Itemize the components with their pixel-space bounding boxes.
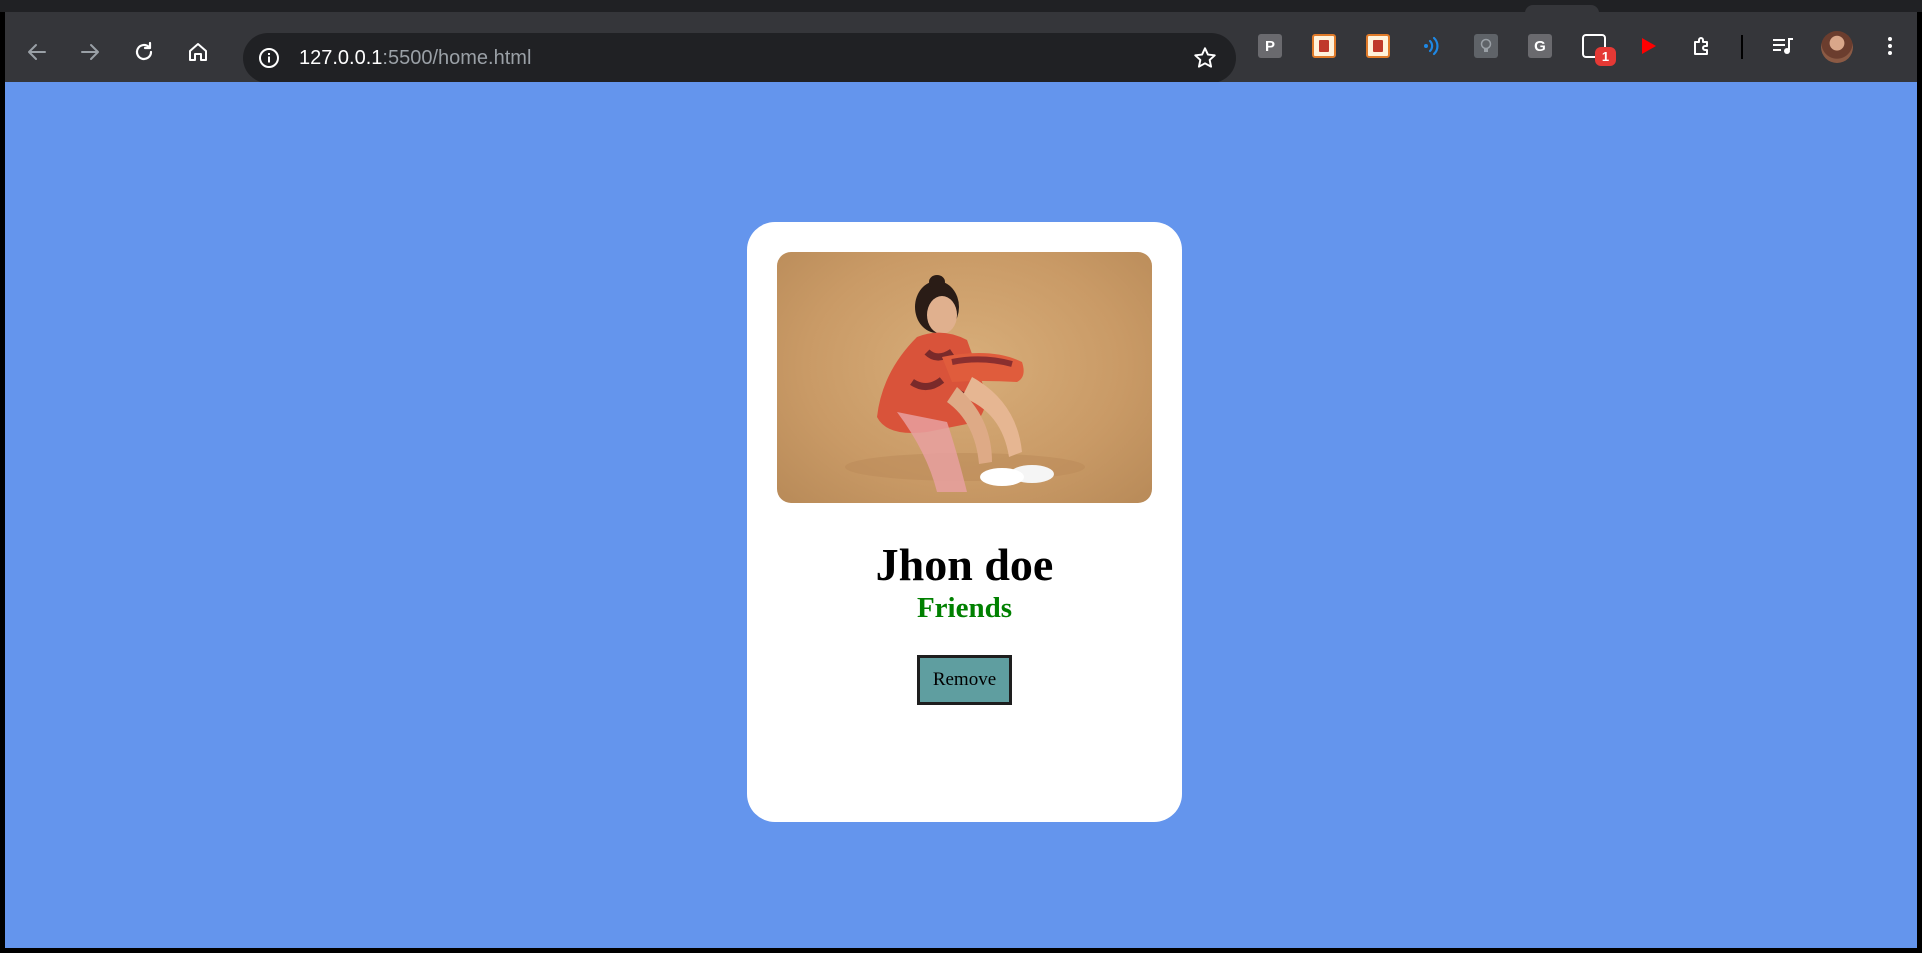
info-icon bbox=[259, 48, 279, 68]
url-path: :5500/home.html bbox=[382, 47, 532, 69]
home-button[interactable] bbox=[180, 34, 216, 70]
reload-icon bbox=[135, 41, 153, 61]
back-arrow-icon bbox=[28, 44, 46, 60]
profile-card: Jhon doe Friends Remove bbox=[747, 222, 1182, 822]
url-host: 127.0.0.1 bbox=[299, 47, 383, 69]
remove-button[interactable]: Remove bbox=[917, 655, 1012, 705]
star-icon bbox=[1194, 47, 1216, 68]
lightbulb-extension-icon[interactable] bbox=[1474, 34, 1498, 58]
profile-avatar[interactable] bbox=[1821, 31, 1853, 63]
forward-arrow-icon bbox=[81, 44, 99, 60]
media-playlist-icon[interactable] bbox=[1771, 34, 1795, 58]
book-extension-icon[interactable] bbox=[1312, 34, 1336, 58]
address-bar[interactable]: 127.0.0.1:5500/home.html bbox=[243, 33, 1236, 83]
url-text: 127.0.0.1:5500/home.html bbox=[299, 45, 531, 71]
browser-toolbar: 127.0.0.1:5500/home.html bbox=[5, 12, 1917, 83]
signal-extension-icon[interactable] bbox=[1420, 34, 1444, 58]
profile-name: Jhon doe bbox=[875, 539, 1054, 590]
friend-status: Friends bbox=[916, 592, 1013, 624]
kebab-menu-icon[interactable] bbox=[1878, 34, 1902, 58]
g-extension-icon[interactable]: G bbox=[1528, 34, 1552, 58]
reload-button[interactable] bbox=[126, 34, 162, 70]
notification-badge: 1 bbox=[1595, 47, 1616, 66]
window-bottom-frame bbox=[0, 948, 1922, 953]
profile-photo bbox=[777, 252, 1152, 503]
book-extension-icon[interactable] bbox=[1366, 34, 1390, 58]
bookmark-star-button[interactable] bbox=[1192, 45, 1218, 71]
site-info-button[interactable] bbox=[253, 42, 285, 74]
extensions-puzzle-icon[interactable] bbox=[1690, 34, 1714, 58]
toolbar-separator bbox=[1741, 35, 1743, 59]
forward-button[interactable] bbox=[72, 34, 108, 70]
back-button[interactable] bbox=[19, 34, 55, 70]
window-top-strip bbox=[0, 0, 1922, 12]
home-icon bbox=[189, 43, 207, 61]
youtube-play-icon[interactable] bbox=[1636, 34, 1660, 58]
page-viewport: Jhon doe Friends Remove bbox=[5, 82, 1917, 948]
p-extension-icon[interactable]: P bbox=[1258, 34, 1282, 58]
